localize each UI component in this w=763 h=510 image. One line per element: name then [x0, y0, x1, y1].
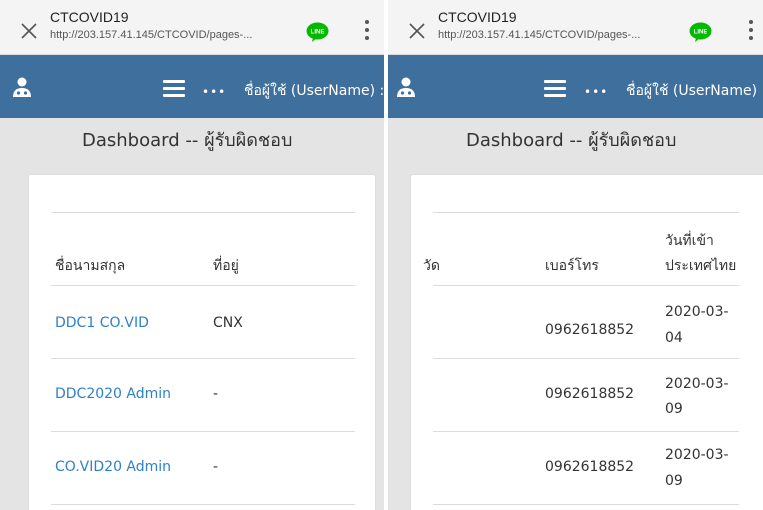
row-name-link[interactable]: DDC1 CO.VID — [55, 315, 149, 331]
dashboard-title: Dashboard -- ผู้รับผิดชอบ — [466, 130, 677, 151]
divider — [433, 358, 739, 359]
column-header-country: ประเทศไทย — [665, 258, 737, 274]
row-date-line2: 04 — [665, 330, 683, 346]
line-app-icon[interactable]: LINE — [306, 22, 329, 42]
browser-top-bar: CTCOVID19 http://203.157.41.145/CTCOVID/… — [0, 0, 384, 55]
column-header-phone: เบอร์โทร — [545, 258, 599, 274]
row-date-line1: 2020-03- — [665, 447, 729, 463]
row-date-line1: 2020-03- — [665, 304, 729, 320]
app-navbar: ••• ชื่อผู้ใช้ (UserName) : — [388, 55, 763, 118]
row-address: - — [213, 459, 219, 475]
kebab-menu-icon[interactable] — [364, 20, 370, 42]
row-date-line2: 09 — [665, 473, 683, 489]
divider — [51, 504, 355, 505]
hamburger-menu-icon[interactable] — [544, 80, 566, 101]
username-label: ชื่อผู้ใช้ (UserName) : — [244, 83, 384, 99]
row-name-link[interactable]: DDC2020 Admin — [55, 386, 171, 402]
svg-text:LINE: LINE — [311, 30, 325, 36]
site-title: CTCOVID19 — [438, 9, 517, 25]
row-phone: 0962618852 — [545, 322, 635, 338]
responsible-table-card: วัด เบอร์โทร วันที่เข้า ประเทศไทย 096261… — [410, 174, 763, 510]
right-browser-pane: CTCOVID19 http://203.157.41.145/CTCOVID/… — [388, 0, 763, 510]
close-icon[interactable] — [408, 22, 426, 40]
row-address: - — [213, 386, 219, 402]
menu-dots[interactable]: ••• — [584, 86, 608, 98]
line-app-icon[interactable]: LINE — [689, 22, 712, 42]
row-address: CNX — [213, 315, 243, 331]
hamburger-menu-icon[interactable] — [163, 80, 185, 101]
row-name-link[interactable]: CO.VID20 Admin — [55, 459, 171, 475]
user-group-icon[interactable] — [396, 76, 416, 102]
site-title: CTCOVID19 — [50, 9, 129, 25]
row-date-line1: 2020-03- — [665, 376, 729, 392]
divider — [433, 431, 739, 432]
divider — [433, 212, 739, 213]
column-header-address: ที่อยู่ — [213, 258, 239, 274]
left-browser-pane: CTCOVID19 http://203.157.41.145/CTCOVID/… — [0, 0, 384, 510]
kebab-menu-icon[interactable] — [748, 20, 754, 42]
menu-dots[interactable]: ••• — [202, 86, 226, 98]
column-header-province: วัด — [423, 258, 440, 274]
dashboard-title: Dashboard -- ผู้รับผิดชอบ — [82, 130, 293, 151]
responsible-table-card: ชื่อนามสกุล ที่อยู่ DDC1 CO.VID CNX DDC2… — [28, 174, 376, 510]
site-url[interactable]: http://203.157.41.145/CTCOVID/pages-... — [50, 29, 252, 41]
divider — [51, 431, 355, 432]
row-date-line2: 09 — [665, 401, 683, 417]
browser-top-bar: CTCOVID19 http://203.157.41.145/CTCOVID/… — [388, 0, 763, 55]
divider — [51, 212, 355, 213]
row-phone: 0962618852 — [545, 386, 635, 402]
username-label: ชื่อผู้ใช้ (UserName) : — [626, 83, 763, 99]
close-icon[interactable] — [20, 22, 38, 40]
user-group-icon[interactable] — [12, 76, 32, 102]
divider — [51, 358, 355, 359]
svg-text:LINE: LINE — [694, 30, 708, 36]
column-header-name: ชื่อนามสกุล — [55, 258, 126, 274]
divider — [51, 285, 355, 286]
row-phone: 0962618852 — [545, 459, 635, 475]
app-navbar: ••• ชื่อผู้ใช้ (UserName) : — [0, 55, 384, 118]
divider — [433, 504, 739, 505]
divider — [433, 285, 739, 286]
site-url[interactable]: http://203.157.41.145/CTCOVID/pages-... — [438, 29, 640, 41]
column-header-arrival-date: วันที่เข้า — [665, 233, 714, 249]
